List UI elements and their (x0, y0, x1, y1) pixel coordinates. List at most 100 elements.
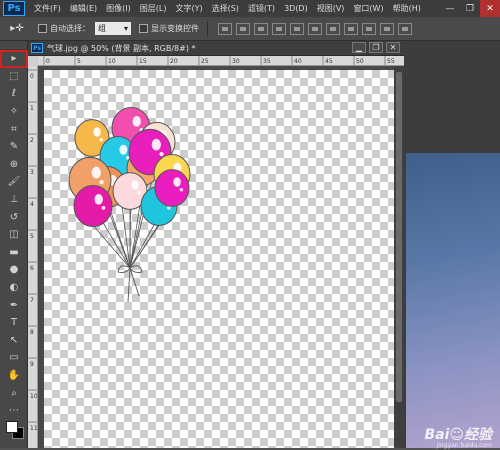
ruler-label: 25 (201, 58, 209, 65)
shape-tool[interactable]: ▭ (0, 349, 28, 367)
menu-filter[interactable]: 滤镜(T) (248, 3, 275, 14)
move-tool[interactable]: ▸ (0, 50, 28, 68)
color-swatches (0, 419, 28, 441)
tool-preset-picker[interactable]: ▸✛ (4, 20, 30, 38)
maximize-button[interactable]: ❐ (460, 0, 480, 17)
align-top-icon[interactable] (218, 22, 232, 35)
ps-document-icon: Ps (31, 43, 43, 53)
doc-close-button[interactable]: ✕ (386, 42, 400, 53)
menu-window[interactable]: 窗口(W) (353, 3, 383, 14)
ruler-label: 10 (108, 58, 116, 65)
doc-restore-button[interactable]: ❐ (369, 42, 383, 53)
vertical-scrollbar[interactable] (394, 66, 404, 448)
show-transform-option[interactable]: 显示变换控件 (139, 23, 199, 34)
minimize-button[interactable]: — (440, 0, 460, 17)
auto-select-value: 组 (98, 24, 106, 33)
pen-tool[interactable]: ✒ (0, 296, 28, 314)
ruler-origin[interactable] (28, 56, 38, 66)
blur-tool[interactable]: ● (0, 261, 28, 279)
ruler-label: 15 (139, 58, 147, 65)
hand-tool[interactable]: ✋ (0, 367, 28, 385)
dodge-tool[interactable]: ◐ (0, 279, 28, 297)
auto-select-label: 自动选择： (50, 24, 90, 33)
string-bow (117, 265, 143, 303)
align-vcenter-icon[interactable] (236, 22, 250, 35)
window-controls: — ❐ ✕ (440, 0, 500, 17)
close-button[interactable]: ✕ (480, 0, 500, 17)
foreground-color-swatch[interactable] (6, 421, 18, 434)
scrollbar-thumb[interactable] (396, 72, 402, 402)
auto-select-checkbox[interactable] (38, 24, 47, 33)
options-bar: ▸✛ 自动选择： 组 ▾ 显示变换控件 (0, 17, 500, 41)
document-controls: ▁ ❐ ✕ (349, 42, 400, 53)
balloon-highlight (131, 180, 139, 190)
balloon-highlight-dot (99, 138, 104, 142)
ruler-label: 5 (30, 233, 34, 240)
balloon-body (73, 184, 113, 228)
ruler-label: 50 (356, 58, 364, 65)
show-transform-checkbox[interactable] (139, 24, 148, 33)
distribute-vcenter-icon[interactable] (344, 22, 358, 35)
ruler-label: 8 (30, 329, 34, 336)
ruler-label: 4 (30, 201, 34, 208)
distribute-top-icon[interactable] (326, 22, 340, 35)
menu-edit[interactable]: 编辑(E) (70, 3, 97, 14)
menu-bar: Ps 文件(F) 编辑(E) 图像(I) 图层(L) 文字(Y) 选择(S) 滤… (0, 0, 500, 17)
menu-type[interactable]: 文字(Y) (175, 3, 202, 14)
path-select-tool[interactable]: ↖ (0, 332, 28, 350)
stamp-tool[interactable]: ⊥ (0, 191, 28, 209)
distribute-left-icon[interactable] (380, 22, 394, 35)
align-hcenter-icon[interactable] (290, 22, 304, 35)
divider (207, 20, 208, 37)
vertical-ruler[interactable]: 0 1 2 3 4 5 6 7 8 9 10 11 (28, 66, 38, 448)
balloon-highlight-dot (137, 191, 142, 195)
type-tool[interactable]: T (0, 314, 28, 332)
baidu-watermark: Bai☺经验 jingyan.baidu.com (424, 428, 492, 449)
marquee-tool[interactable]: ⬚ (0, 68, 28, 86)
document-title: 气球.jpg @ 50% (背景 副本, RGB/8#) * (47, 43, 196, 53)
ruler-label: 5 (77, 58, 81, 65)
menu-help[interactable]: 帮助(H) (393, 3, 421, 14)
align-bottom-icon[interactable] (254, 22, 268, 35)
balloon-string (92, 224, 131, 269)
menu-file[interactable]: 文件(F) (34, 3, 61, 14)
tools-panel: ▸ ⬚ ℓ ✧ ⌗ ✎ ⊕ 🖌 ⊥ ↺ ◫ ▬ ● ◐ ✒ T ↖ ▭ ✋ ⌕ ⋯ (0, 41, 28, 448)
balloon-highlight-dot (159, 152, 164, 157)
doc-minimize-button[interactable]: ▁ (352, 42, 366, 53)
background-document-panel: Bai☺经验 jingyan.baidu.com (404, 41, 500, 449)
balloon-bouquet-image[interactable] (44, 70, 394, 448)
auto-select-dropdown[interactable]: 组 ▾ (95, 22, 131, 35)
horizontal-ruler-ticks: 0 5 10 15 20 25 30 35 40 45 50 55 (43, 56, 395, 65)
zoom-tool[interactable]: ⌕ (0, 384, 28, 402)
document-tab[interactable]: Ps 气球.jpg @ 50% (背景 副本, RGB/8#) * ▁ ❐ ✕ (28, 41, 404, 56)
brush-tool[interactable]: 🖌 (0, 173, 28, 191)
align-left-icon[interactable] (272, 22, 286, 35)
quick-select-tool[interactable]: ✧ (0, 103, 28, 121)
balloon-highlight (132, 116, 141, 127)
ruler-label: 3 (30, 169, 34, 176)
extra-tool[interactable]: ⋯ (0, 402, 28, 420)
menu-select[interactable]: 选择(S) (212, 3, 239, 14)
crop-tool[interactable]: ⌗ (0, 120, 28, 138)
balloon-body (154, 169, 190, 207)
history-brush-tool[interactable]: ↺ (0, 208, 28, 226)
canvas-transparent-area[interactable] (44, 70, 394, 448)
align-right-icon[interactable] (308, 22, 322, 35)
eraser-tool[interactable]: ◫ (0, 226, 28, 244)
menu-layer[interactable]: 图层(L) (140, 3, 167, 14)
ruler-label: 2 (30, 137, 34, 144)
healing-tool[interactable]: ⊕ (0, 156, 28, 174)
menu-view[interactable]: 视图(V) (317, 3, 345, 14)
distribute-bottom-icon[interactable] (362, 22, 376, 35)
horizontal-ruler[interactable]: 0 5 10 15 20 25 30 35 40 45 50 55 (38, 56, 404, 66)
auto-select-option[interactable]: 自动选择： (38, 23, 90, 34)
menu-image[interactable]: 图像(I) (106, 3, 131, 14)
panel-grip[interactable] (0, 41, 27, 50)
menu-3d[interactable]: 3D(D) (284, 4, 308, 13)
distribute-right-icon[interactable] (398, 22, 412, 35)
balloon-highlight (93, 127, 101, 137)
lasso-tool[interactable]: ℓ (0, 85, 28, 103)
gradient-tool[interactable]: ▬ (0, 244, 28, 262)
ruler-label: 9 (30, 361, 34, 368)
eyedropper-tool[interactable]: ✎ (0, 138, 28, 156)
